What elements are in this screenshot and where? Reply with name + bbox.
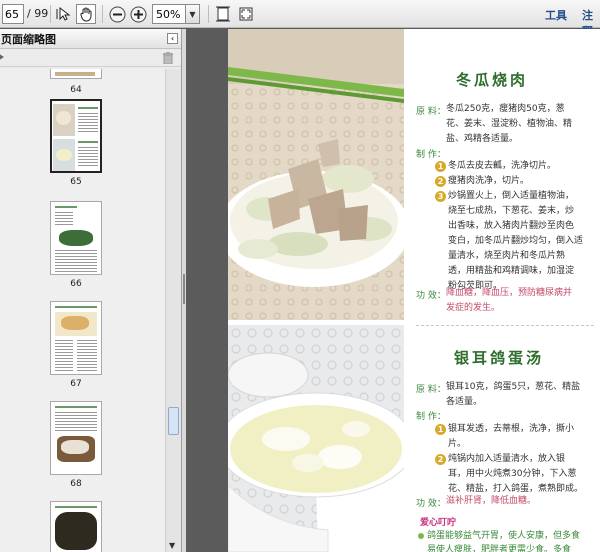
trash-icon[interactable] [163,52,173,67]
recipe1-title: 冬瓜烧肉 [456,71,529,89]
zoom-dropdown-button[interactable]: ▼ [186,4,200,24]
collapse-panel-button[interactable]: ‹ [167,33,178,44]
recipe1-step-text: 冬瓜去皮去瓤，洗净切片。 [448,161,557,171]
recipe2-step-text: 银耳发透，去蒂根，洗净，撕小 [448,424,575,434]
fit-width-icon[interactable] [236,4,256,24]
page-total: / 99 [27,7,49,20]
tip-text-line: 鸽蛋能够益气开胃，使人安康，但多食 [427,531,581,541]
toolbar-separator [208,5,209,23]
recipe1-photo [228,29,404,320]
recipe2-step-text: 炖锅内加入适量清水，放入银 [448,454,566,464]
panel-header: 页面缩略图 ‹ [0,29,181,49]
recipe2-title: 银耳鸽蛋汤 [454,349,545,367]
thumbnail-page[interactable] [50,501,102,552]
recipe1-step-text: 量清水，烧至肉片和冬瓜片熟 [448,251,566,261]
options-arrow-icon[interactable] [0,53,4,61]
thumbnail-label: 67 [70,379,82,389]
panel-title: 页面缩略图 [1,32,56,46]
thumbnail-panel: 页面缩略图 ‹ 64 65 66 67 68 ▼ [0,29,182,552]
hand-tool-icon[interactable] [76,4,96,24]
thumbnail-label: 68 [70,479,82,489]
thumbnail-list: 64 65 66 67 68 [0,69,166,552]
recipe1-ingredients-line: 冬瓜250克，瘦猪肉50克，葱 [446,104,565,114]
thumbnail-scrollbar[interactable]: ▼ [165,69,181,552]
recipe1-step-number: 2 [435,176,446,187]
recipe2-effect-line: 滋补肝肾，降低血糖。 [446,496,537,506]
recipe1-effect-line: 发症的发生。 [446,303,501,313]
recipe2-ingredients-line: 银耳10克，鸽蛋5只，葱花、精盐 [446,382,581,392]
document-viewport[interactable]: 冬瓜烧肉 原 料： 冬瓜250克，瘦猪肉50克，葱 花、姜末、湿淀粉、植物油、精… [186,29,600,552]
thumbnail-page[interactable] [50,201,102,275]
recipe2-step-text: 耳，用中火炖煮30分钟，下入葱 [448,469,577,479]
zoom-level-input[interactable] [152,4,186,24]
tip-title: 爱心叮咛 [420,518,457,528]
thumbnail-label: 64 [70,85,82,95]
fit-page-icon[interactable] [213,4,233,24]
thumbnail-page[interactable] [50,301,102,375]
recipe1-effect-line: 降血糖，降血压，预防糖尿病并 [446,288,573,298]
recipe1-ingredients-line: 花、姜末、湿淀粉、植物油、精 [446,119,573,129]
tools-menu[interactable]: 工具 [545,7,567,23]
recipe1-effect-label: 功 效： [416,291,446,301]
recipe2-ingredients-line: 各适量。 [446,397,483,407]
toolbar-separator [50,5,51,23]
document-page: 冬瓜烧肉 原 料： 冬瓜250克，瘦猪肉50克，葱 花、姜末、湿淀粉、植物油、精… [228,29,600,552]
thumbnail-page[interactable] [50,69,102,79]
chevron-down-icon: ▼ [189,9,196,19]
recipe1-step-text: 出香味，放入猪肉片翻炒至肉色 [448,221,575,231]
recipe2-ingredients-label: 原 料： [416,385,446,395]
recipe1-method-label: 制 作： [416,150,446,160]
scroll-down-icon[interactable]: ▼ [169,541,175,550]
thumbnail-page[interactable] [50,401,102,475]
recipe1-step-number: 3 [435,191,446,202]
recipe1-step-text: 瘦猪肉洗净，切片。 [448,176,530,186]
thumbnail-label: 65 [70,177,82,187]
select-tool-icon[interactable] [54,4,74,24]
zoom-in-icon[interactable] [128,4,148,24]
recipe1-ingredients-label: 原 料： [416,107,446,117]
zoom-out-icon[interactable] [107,4,127,24]
recipe1-step-number: 1 [435,161,446,172]
page-number-input[interactable] [2,4,24,24]
tip-text-line: 易使人瘦肤，肥胖者更需少食。多食 [427,545,572,552]
recipe-divider [416,325,594,326]
recipe1-step-text: 烧至七成热，下葱花、姜末，炒 [448,206,575,216]
recipe2-photo [228,325,404,552]
recipe1-ingredients-line: 盐、鸡精各适量。 [446,134,519,144]
toolbar: / 99 ▼ 工具 注释 [0,0,600,38]
recipe1-step-text: 透，用精盐和鸡精调味，加湿淀 [448,266,575,276]
recipe1-step-text: 变白，加冬瓜片翻炒均匀，倒入适 [448,236,584,246]
recipe1-step-text: 炒锅置火上，倒入适量植物油， [448,191,575,201]
thumbnail-label: 66 [70,279,82,289]
bullet-icon [418,533,424,539]
recipe2-step-number: 1 [435,424,446,435]
recipe2-step-number: 2 [435,454,446,465]
toolbar-separator [102,5,103,23]
thumbnail-page-selected[interactable] [50,99,102,173]
recipe2-method-label: 制 作： [416,412,446,422]
scrollbar-thumb[interactable] [168,407,179,435]
panel-toolbar [0,49,181,67]
recipe2-step-text: 片。 [448,439,467,449]
recipe2-effect-label: 功 效： [416,499,446,509]
